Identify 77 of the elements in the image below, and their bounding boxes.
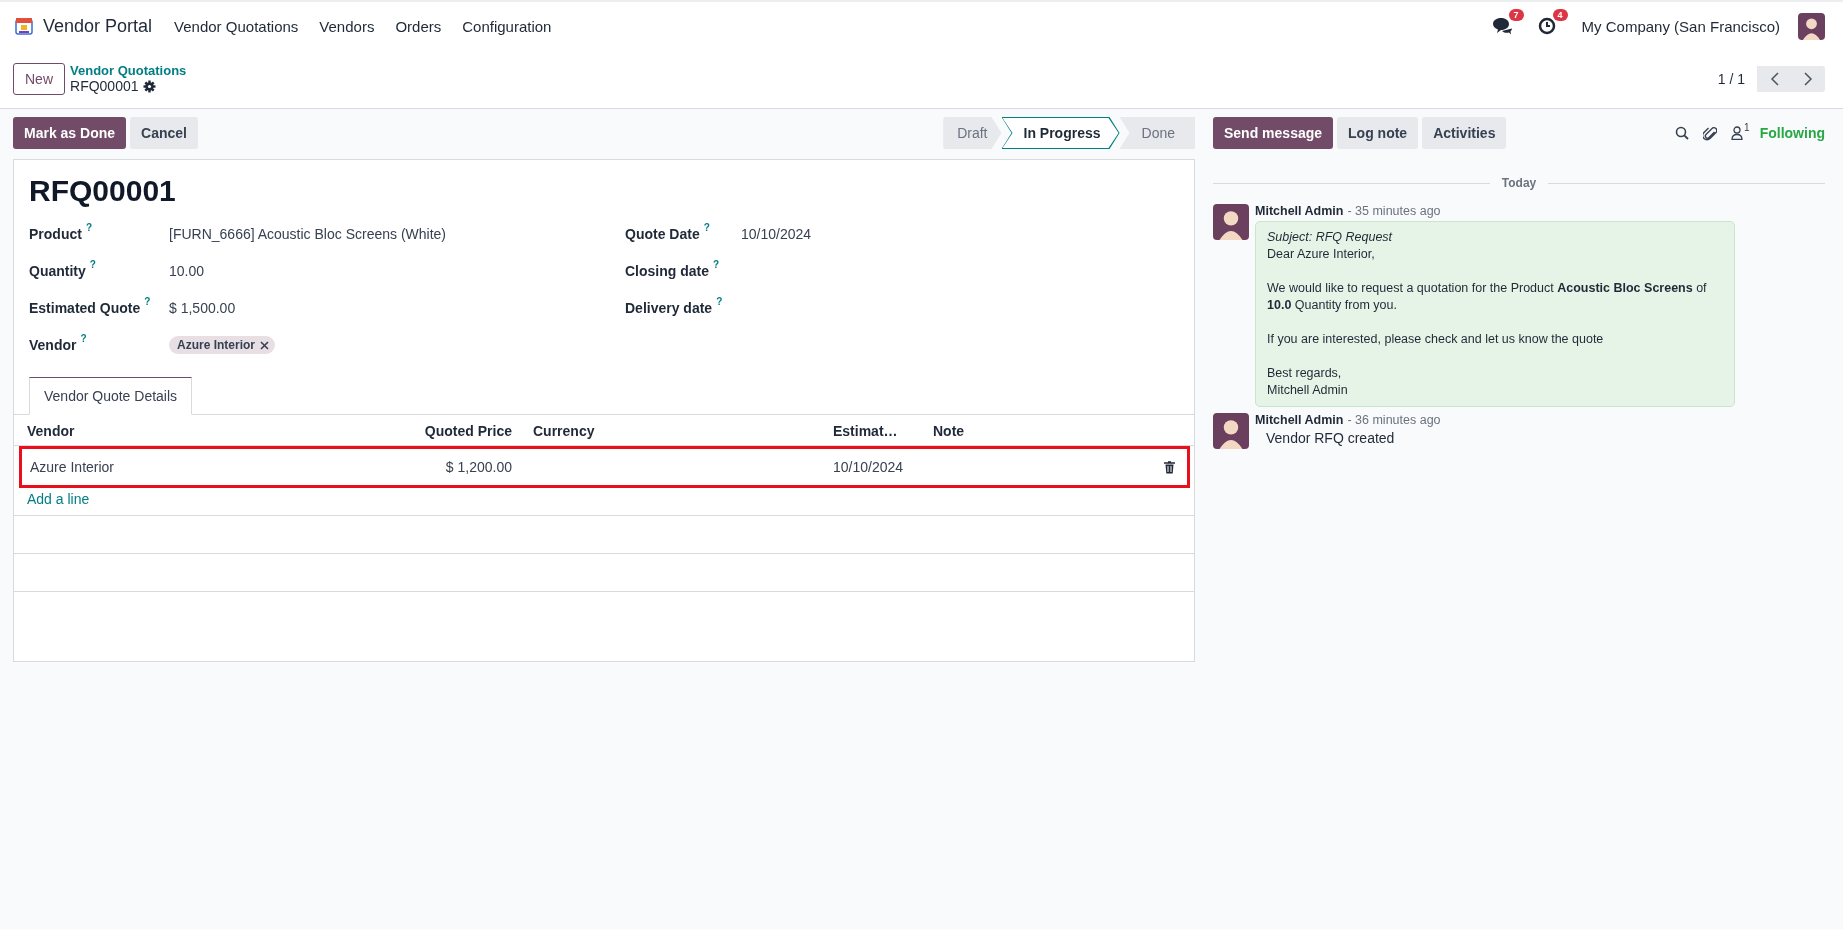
field-label: Estimated Quote <box>29 300 141 316</box>
help-mark[interactable]: ? <box>89 259 96 270</box>
message-count-badge: 7 <box>1508 9 1524 21</box>
vendor-tag[interactable]: Azure Interior <box>169 336 275 354</box>
table-cell-text: $ 1,200.00 <box>444 458 513 477</box>
mark-done-button[interactable]: Mark as Done <box>13 117 127 149</box>
avatar-icon[interactable] <box>1798 12 1825 40</box>
table-cell-text: Azure Interior <box>29 458 116 477</box>
app-name[interactable]: Vendor Portal <box>43 15 153 37</box>
field-label: Closing date <box>625 263 709 279</box>
status-step[interactable]: In Progress <box>1001 117 1120 149</box>
help-mark[interactable]: ? <box>80 333 87 344</box>
message-subject: Subject: RFQ Request <box>1267 229 1394 246</box>
field-label: Product <box>29 226 82 242</box>
field-value[interactable]: 10.00 <box>169 263 205 279</box>
clock-icon[interactable] <box>1537 17 1556 35</box>
menu-item[interactable]: Configuration <box>462 17 552 35</box>
gear-icon[interactable] <box>142 80 156 93</box>
cancel-button[interactable]: Cancel <box>130 117 198 149</box>
help-mark[interactable]: ? <box>716 296 723 307</box>
app-logo-icon[interactable] <box>15 17 33 35</box>
avatar-icon <box>1213 204 1249 240</box>
status-step[interactable]: Draft <box>943 117 1002 149</box>
chatter-button[interactable]: Activities <box>1422 117 1507 149</box>
menu-item[interactable]: Vendors <box>319 17 375 35</box>
field-value[interactable]: [FURN_6666] Acoustic Bloc Screens (White) <box>169 226 446 242</box>
field-value[interactable]: $ 1,500.00 <box>169 300 236 316</box>
status-step[interactable]: Done <box>1119 117 1195 149</box>
user-icon <box>1731 126 1744 140</box>
help-mark[interactable]: ? <box>703 222 710 233</box>
message-text: Vendor RFQ created <box>1265 430 1396 446</box>
message-time: - 36 minutes ago <box>1347 413 1441 427</box>
field-label: Vendor <box>29 337 77 353</box>
column-header[interactable]: Currency <box>520 415 820 446</box>
chevron-right-icon <box>1803 72 1813 86</box>
author-name[interactable]: Mitchell Admin <box>1255 204 1344 218</box>
pager-value: 1 / 1 <box>1717 71 1745 87</box>
record-title: RFQ00001 <box>29 174 177 208</box>
chatter-button[interactable]: Send message <box>1213 117 1334 149</box>
delete-button[interactable] <box>1164 460 1175 474</box>
company-switcher[interactable]: My Company (San Francisco) <box>1581 17 1780 35</box>
add-line-link[interactable]: Add a line <box>27 491 90 507</box>
column-header[interactable]: Note <box>920 415 1164 446</box>
message-text: If you are interested, please check and let us know the quote <box>1267 331 1605 348</box>
help-mark[interactable]: ? <box>144 296 151 307</box>
search-icon[interactable] <box>1675 126 1690 140</box>
chat-icon[interactable] <box>1491 17 1512 35</box>
new-button[interactable]: New <box>13 63 65 95</box>
breadcrumb-link[interactable]: Vendor Quotations <box>70 63 187 78</box>
field-value[interactable]: 10/10/2024 <box>741 226 812 242</box>
field-label: Delivery date <box>625 300 713 316</box>
date-separator: Today <box>1501 176 1537 190</box>
message-text: We would like to request a quotation for the Product Acoustic Bloc Screens of 10.0 Quantity from you. <box>1267 280 1708 314</box>
chatter-button[interactable]: Log note <box>1337 117 1419 149</box>
help-mark[interactable]: ? <box>85 222 92 233</box>
table-cell-text: 10/10/2024 <box>832 458 905 477</box>
menu-item[interactable]: Vendor Quotations <box>174 17 299 35</box>
column-header[interactable]: Estimat… <box>820 415 920 446</box>
help-mark[interactable]: ? <box>713 259 720 270</box>
field-label: Quote Date <box>625 226 700 242</box>
column-header[interactable]: Vendor <box>14 415 360 446</box>
trash-icon <box>1164 460 1175 474</box>
message-text: Dear Azure Interior, <box>1267 246 1376 263</box>
message-text: Best regards, <box>1267 365 1343 382</box>
chevron-left-icon <box>1769 72 1779 86</box>
paperclip-icon[interactable] <box>1703 125 1718 141</box>
menu-item[interactable]: Orders <box>395 17 442 35</box>
tab[interactable]: Vendor Quote Details <box>29 377 193 415</box>
field-label: Quantity <box>29 263 86 279</box>
author-name[interactable]: Mitchell Admin <box>1255 413 1344 427</box>
column-header[interactable]: Quoted Price <box>360 415 520 446</box>
message-time: - 35 minutes ago <box>1347 204 1441 218</box>
remove-icon[interactable] <box>260 340 269 350</box>
message-text: Mitchell Admin <box>1267 382 1349 399</box>
record-name: RFQ00001 <box>70 78 139 95</box>
activity-count-badge: 4 <box>1552 9 1568 21</box>
avatar-icon <box>1213 413 1249 449</box>
